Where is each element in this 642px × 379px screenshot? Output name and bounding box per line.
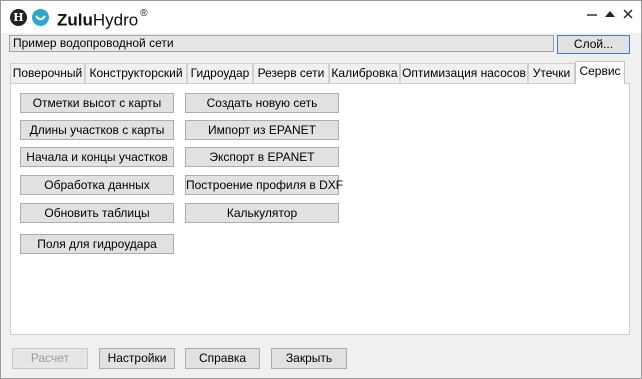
layer-button[interactable]: Слой... bbox=[557, 35, 630, 54]
heights-from-map-button[interactable]: Отметки высот с карты bbox=[20, 93, 174, 113]
create-network-button[interactable]: Создать новую сеть bbox=[185, 93, 339, 113]
profile-dxf-button[interactable]: Построение профиля в DXF bbox=[185, 175, 343, 195]
section-lengths-from-map-button[interactable]: Длины участков с карты bbox=[20, 120, 174, 140]
section-endpoints-button[interactable]: Начала и концы участков bbox=[20, 147, 174, 167]
title-bar: H ZuluHydro ® bbox=[1, 1, 641, 33]
tab-pump-optimization[interactable]: Оптимизация насосов bbox=[400, 63, 528, 83]
app-window: H ZuluHydro ® Пример водопроводной сети С… bbox=[0, 0, 642, 379]
calculate-button[interactable]: Расчет bbox=[12, 348, 88, 369]
refresh-tables-button[interactable]: Обновить таблицы bbox=[20, 203, 174, 223]
data-processing-button[interactable]: Обработка данных bbox=[20, 175, 174, 195]
tab-network-reserve[interactable]: Резерв сети bbox=[253, 63, 329, 83]
tab-bar: Поверочный Конструкторский Гидроудар Рез… bbox=[10, 61, 630, 84]
maximize-icon[interactable] bbox=[603, 7, 617, 21]
tab-verification[interactable]: Поверочный bbox=[10, 63, 85, 83]
brand-smile-icon bbox=[32, 9, 49, 26]
tab-leaks[interactable]: Утечки bbox=[528, 63, 575, 83]
tab-design[interactable]: Конструкторский bbox=[85, 63, 187, 83]
water-hammer-fields-button[interactable]: Поля для гидроудара bbox=[20, 234, 174, 254]
tab-calibration[interactable]: Калибровка bbox=[329, 63, 400, 83]
brand-name-bold: Zulu bbox=[57, 10, 93, 30]
brand-name-rest: Hydro bbox=[92, 10, 139, 30]
export-epanet-button[interactable]: Экспорт в EPANET bbox=[185, 147, 339, 167]
project-name-field[interactable]: Пример водопроводной сети bbox=[9, 35, 554, 52]
minimize-icon[interactable] bbox=[585, 7, 599, 21]
registered-mark: ® bbox=[140, 8, 148, 19]
help-button[interactable]: Справка bbox=[185, 348, 260, 369]
calculator-button[interactable]: Калькулятор bbox=[185, 203, 339, 223]
close-button[interactable]: Закрыть bbox=[271, 348, 347, 369]
tab-service[interactable]: Сервис bbox=[575, 61, 625, 84]
import-epanet-button[interactable]: Импорт из EPANET bbox=[185, 120, 339, 140]
settings-button[interactable]: Настройки bbox=[99, 348, 175, 369]
close-icon[interactable] bbox=[621, 7, 635, 21]
app-logo-icon: H bbox=[10, 9, 27, 26]
tab-water-hammer[interactable]: Гидроудар bbox=[187, 63, 253, 83]
app-title: ZuluHydro ® bbox=[57, 7, 148, 31]
